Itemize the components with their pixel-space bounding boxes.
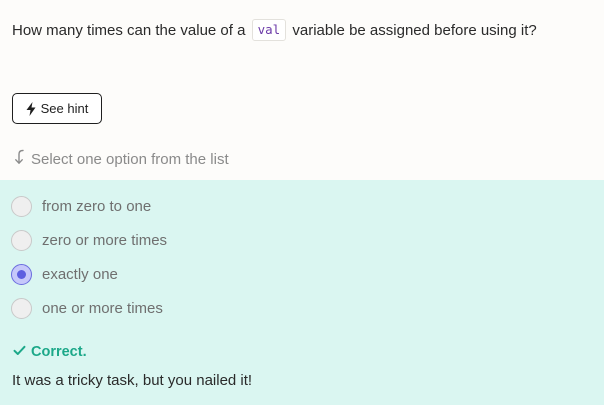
question-text-before: How many times can the value of a (12, 22, 246, 39)
radio-button[interactable] (11, 195, 32, 217)
see-hint-label: See hint (40, 101, 89, 116)
option-from-zero-to-one[interactable]: from zero to one (11, 195, 151, 217)
result-status: Correct. (13, 344, 87, 360)
radio-button[interactable] (11, 297, 32, 319)
option-zero-or-more-times[interactable]: zero or more times (11, 229, 167, 251)
radio-button[interactable] (11, 229, 32, 251)
inline-code: val (251, 19, 287, 41)
option-one-or-more-times[interactable]: one or more times (11, 297, 163, 319)
option-label: one or more times (42, 299, 163, 317)
question-text-after: variable be assigned before using it? (292, 22, 537, 39)
see-hint-button[interactable]: See hint (12, 93, 102, 124)
arrow-down-left-icon (12, 149, 26, 169)
lightning-bolt-icon (26, 101, 36, 116)
option-label: exactly one (42, 265, 118, 283)
option-label: zero or more times (42, 231, 168, 249)
instruction: Select one option from the list (12, 149, 229, 169)
result-label: Correct. (31, 344, 87, 360)
feedback-message: It was a tricky task, but you nailed it! (12, 372, 253, 389)
checkmark-icon (13, 344, 26, 360)
instruction-label: Select one option from the list (31, 150, 229, 168)
option-exactly-one[interactable]: exactly one (11, 263, 118, 285)
radio-button[interactable] (11, 263, 32, 285)
question-text: How many times can the value of a val va… (12, 19, 594, 42)
option-label: from zero to one (42, 197, 152, 215)
